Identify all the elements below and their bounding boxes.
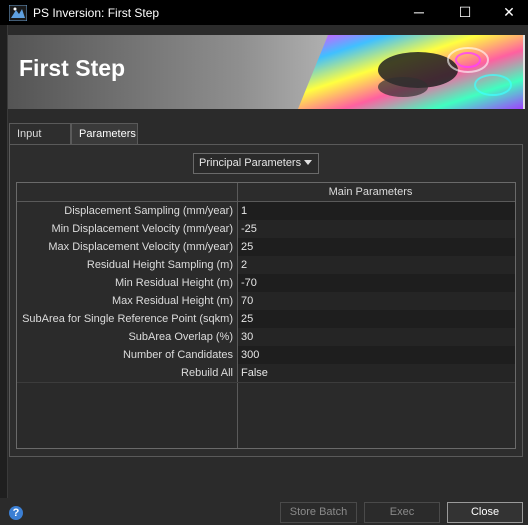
exec-button[interactable]: Exec [364, 502, 440, 523]
column-header-main-parameters[interactable]: Main Parameters [238, 183, 503, 201]
table-header: Main Parameters [17, 183, 515, 202]
row-label: Number of Candidates [17, 346, 238, 364]
parameter-section-select[interactable]: Principal Parameters [193, 153, 319, 174]
minimize-button[interactable]: ─ [396, 0, 442, 25]
row-label: Min Residual Height (m) [17, 274, 238, 292]
chevron-down-icon [304, 160, 312, 165]
table-row: Max Displacement Velocity (mm/year) 25 [17, 238, 515, 257]
row-label: SubArea Overlap (%) [17, 328, 238, 346]
table-row: Min Displacement Velocity (mm/year) -25 [17, 220, 515, 239]
row-value-input[interactable]: 30 [238, 328, 515, 346]
row-label: Max Residual Height (m) [17, 292, 238, 310]
parameters-table: Main Parameters Displacement Sampling (m… [16, 182, 516, 449]
tab-parameters[interactable]: Parameters [71, 123, 138, 145]
window-left-edge [0, 25, 8, 525]
row-label: Min Displacement Velocity (mm/year) [17, 220, 238, 238]
title-bar[interactable]: PS Inversion: First Step ─ ☐ ✕ [0, 0, 528, 25]
maximize-button[interactable]: ☐ [442, 0, 488, 25]
row-label: Residual Height Sampling (m) [17, 256, 238, 274]
header-banner: First Step [8, 35, 525, 109]
table-row: Displacement Sampling (mm/year) 1 [17, 202, 515, 221]
table-row: Residual Height Sampling (m) 2 [17, 256, 515, 275]
table-empty-area [17, 383, 238, 448]
app-icon [8, 4, 28, 22]
table-row: SubArea for Single Reference Point (sqkm… [17, 310, 515, 329]
row-label: Rebuild All [17, 364, 238, 382]
row-value-input[interactable]: -25 [238, 220, 515, 238]
table-row: Rebuild All False [17, 364, 515, 383]
row-value-input[interactable]: -70 [238, 274, 515, 292]
row-value-input[interactable]: 25 [238, 310, 515, 328]
row-label: Displacement Sampling (mm/year) [17, 202, 238, 220]
window-title: PS Inversion: First Step [33, 6, 160, 20]
table-row: Number of Candidates 300 [17, 346, 515, 365]
store-batch-button[interactable]: Store Batch [280, 502, 357, 523]
row-value-input[interactable]: 1 [238, 202, 515, 220]
table-row: SubArea Overlap (%) 30 [17, 328, 515, 347]
row-value-input[interactable]: 70 [238, 292, 515, 310]
table-corner[interactable] [17, 183, 238, 201]
table-row: Max Residual Height (m) 70 [17, 292, 515, 311]
close-button[interactable]: Close [447, 502, 523, 523]
row-value-input[interactable]: 25 [238, 238, 515, 256]
row-label: Max Displacement Velocity (mm/year) [17, 238, 238, 256]
row-value-input[interactable]: False [238, 364, 515, 382]
help-icon[interactable]: ? [9, 506, 23, 520]
parameter-section-value: Principal Parameters [199, 157, 302, 169]
banner-title: First Step [19, 55, 126, 81]
close-window-button[interactable]: ✕ [486, 0, 528, 25]
interferogram-image [298, 35, 523, 109]
row-label: SubArea for Single Reference Point (sqkm… [17, 310, 238, 328]
tab-input-files[interactable]: Input Files [9, 123, 71, 161]
row-value-input[interactable]: 2 [238, 256, 515, 274]
row-value-input[interactable]: 300 [238, 346, 515, 364]
table-row: Min Residual Height (m) -70 [17, 274, 515, 293]
